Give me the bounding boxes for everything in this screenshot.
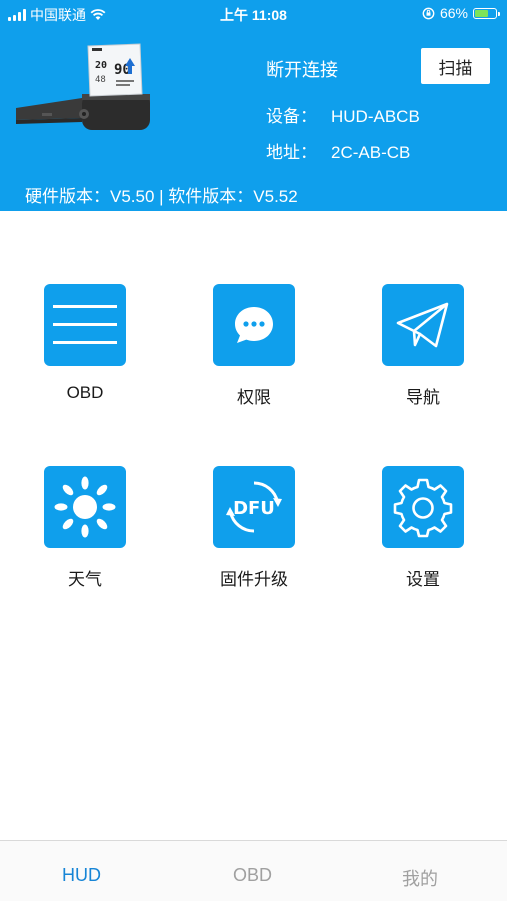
svg-text:DFU: DFU bbox=[233, 498, 275, 519]
address-row: 地址： 2C-AB-CB bbox=[266, 138, 410, 163]
tab-obd[interactable]: OBD bbox=[233, 865, 272, 886]
grid-item-settings[interactable]: 设置 bbox=[363, 466, 483, 590]
weather-tile[interactable] bbox=[44, 466, 126, 548]
svg-text:20: 20 bbox=[95, 60, 107, 71]
grid-label-firmware: 固件升级 bbox=[220, 570, 288, 589]
grid-item-firmware[interactable]: DFU 固件升级 bbox=[194, 466, 314, 590]
grid-label-navigation: 导航 bbox=[406, 388, 440, 407]
grid-item-weather[interactable]: 天气 bbox=[25, 466, 145, 590]
tab-mine[interactable]: 我的 bbox=[402, 865, 438, 891]
device-row: 设备： HUD-ABCB bbox=[266, 102, 420, 127]
settings-tile[interactable] bbox=[382, 466, 464, 548]
grid-label-settings: 设置 bbox=[406, 570, 440, 589]
device-label: 设备： bbox=[266, 107, 317, 126]
address-value: 2C-AB-CB bbox=[331, 143, 411, 162]
version-info: 硬件版本：V5.50 | 软件版本：V5.52 bbox=[25, 187, 298, 206]
sun-icon bbox=[54, 476, 116, 538]
grid-label-permission: 权限 bbox=[237, 388, 271, 407]
dfu-icon: DFU bbox=[226, 481, 282, 533]
list-icon bbox=[53, 305, 117, 344]
obd-tile[interactable] bbox=[44, 284, 126, 366]
hud-device-image: 20 48 90 bbox=[16, 43, 150, 130]
grid-item-permission[interactable]: 权限 bbox=[194, 284, 314, 408]
orientation-lock-icon bbox=[422, 7, 435, 19]
gear-icon bbox=[393, 478, 453, 538]
tab-hud[interactable]: HUD bbox=[62, 865, 101, 886]
tab-bar: HUD OBD 我的 bbox=[0, 840, 507, 901]
device-value: HUD-ABCB bbox=[331, 107, 420, 126]
grid-label-obd: OBD bbox=[66, 383, 104, 402]
scan-button[interactable]: 扫描 bbox=[421, 48, 490, 84]
status-bar: 中国联通 上午 11:08 66% bbox=[0, 0, 507, 28]
battery-icon bbox=[473, 7, 500, 19]
grid-item-navigation[interactable]: 导航 bbox=[363, 284, 483, 408]
grid-label-weather: 天气 bbox=[68, 570, 102, 589]
firmware-tile[interactable]: DFU bbox=[213, 466, 295, 548]
svg-text:48: 48 bbox=[95, 75, 106, 85]
battery-level bbox=[475, 9, 488, 17]
paper-plane-icon bbox=[396, 302, 449, 348]
connection-status[interactable]: 断开连接 bbox=[266, 56, 338, 82]
battery-percent: 66% bbox=[439, 5, 468, 21]
permission-tile[interactable] bbox=[213, 284, 295, 366]
address-label: 地址： bbox=[266, 143, 317, 162]
grid-item-obd[interactable]: OBD bbox=[25, 284, 145, 403]
navigation-tile[interactable] bbox=[382, 284, 464, 366]
header: 中国联通 上午 11:08 66% 20 48 90 断开连接 扫描 设备： H… bbox=[0, 0, 507, 211]
chat-bubble-icon bbox=[235, 307, 273, 343]
